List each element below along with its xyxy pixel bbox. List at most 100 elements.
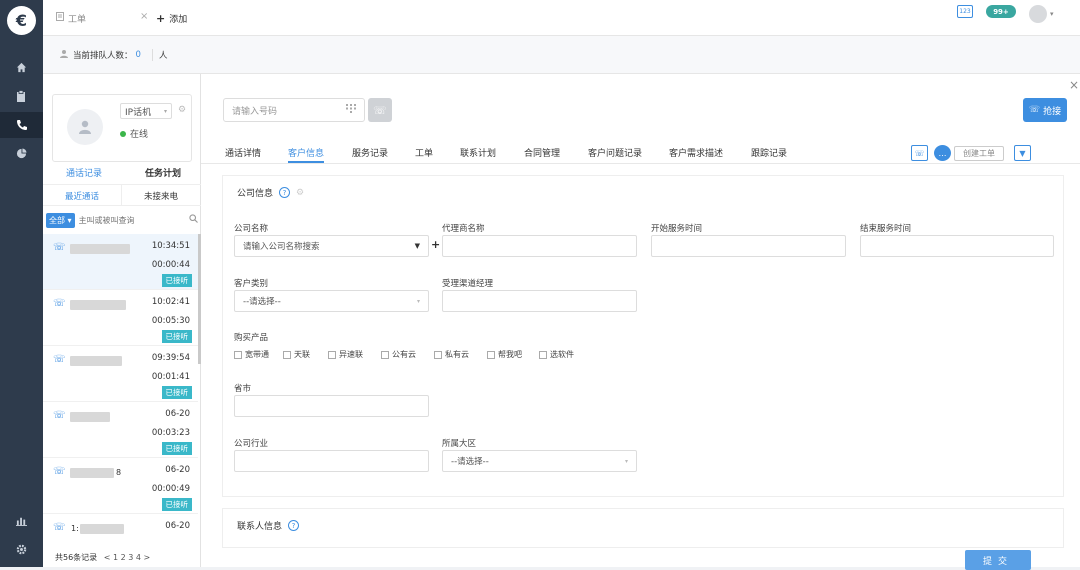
region-select[interactable]: --请选择-- ▾ [442, 450, 637, 472]
call-item[interactable]: ☏ 1: 06-20 [43, 514, 198, 554]
end-service-field[interactable] [860, 235, 1054, 257]
call-item[interactable]: ☏ 10:34:51 00:00:44 已接听 [43, 234, 198, 290]
settings-icon[interactable]: ⚙ [296, 188, 304, 198]
start-service-field[interactable] [651, 235, 846, 257]
channel-manager-label: 受理渠道经理 [442, 279, 494, 289]
tab-customer-info[interactable]: 客户信息 [288, 146, 325, 163]
product-label: 选软件 [550, 350, 574, 359]
dial-button[interactable]: ☏ [368, 98, 392, 122]
tab-call-detail[interactable]: 通话详情 [225, 146, 261, 159]
product-checkbox[interactable]: 公有云 [381, 349, 416, 360]
call-time: 10:34:51 [151, 241, 190, 251]
caller-number-redacted [70, 468, 114, 478]
tab-recent-calls[interactable]: 最近通话 [65, 190, 99, 202]
bar-chart-icon[interactable] [11, 510, 31, 530]
submit-button[interactable]: 提交 [965, 550, 1031, 570]
filter-all-button[interactable]: 全部 ▾ [46, 212, 75, 228]
chat-icon[interactable]: … [934, 145, 951, 161]
home-icon[interactable] [11, 57, 31, 77]
settings-icon[interactable]: ⚙ [178, 105, 186, 115]
tab-ticket[interactable]: 工单 [56, 10, 86, 26]
product-checkbox[interactable]: 异速联 [328, 349, 363, 360]
agent-name-field[interactable] [442, 235, 637, 257]
add-tab-button[interactable]: + 添加 [156, 10, 187, 26]
tab-missed-calls[interactable]: 未接来电 [144, 190, 178, 202]
call-phone-icon: ☏ [53, 298, 66, 309]
queue-strip: 当前排队人数： 0 人 [43, 36, 1080, 74]
chevron-down-icon: ▾ [163, 107, 167, 115]
province-label: 省市 [234, 384, 252, 394]
filter-all-label: 全部 [49, 215, 65, 225]
search-icon[interactable] [189, 214, 198, 226]
phone-type-select[interactable]: IP话机 ▾ [120, 103, 172, 119]
tab-contracts[interactable]: 合同管理 [524, 146, 560, 159]
keypad-icon[interactable]: 123 [957, 5, 973, 18]
close-tab-icon[interactable]: × [140, 11, 148, 22]
call-item[interactable]: ☏ 06-20 00:03:23 已接听 [43, 402, 198, 458]
product-checkbox[interactable]: 帮我吧 [487, 349, 522, 360]
checkbox[interactable] [328, 350, 336, 359]
contact-info-header: 联系人信息 ? [237, 519, 300, 532]
call-item[interactable]: ☏ 8 06-20 00:00:49 已接听 [43, 458, 198, 514]
dropdown-icon[interactable]: ▼ [1014, 145, 1031, 161]
call-phone-icon: ☏ [53, 522, 66, 533]
checkbox[interactable] [487, 350, 495, 359]
document-icon [56, 12, 64, 24]
company-name-search[interactable]: 请输入公司名称搜索 ▼ [234, 235, 429, 257]
user-avatar[interactable] [1029, 5, 1047, 23]
queue-count: 0 [135, 50, 141, 60]
agent-status[interactable]: 在线 [120, 127, 148, 140]
caller-number-redacted [80, 524, 124, 534]
product-checkbox[interactable]: 宽带通 [234, 349, 269, 360]
page-links[interactable]: < 1 2 3 4 > [104, 553, 150, 562]
product-checkbox[interactable]: 私有云 [434, 349, 469, 360]
badge-count: 99+ [993, 7, 1009, 16]
call-icon[interactable]: ☏ [911, 145, 928, 161]
phone-number-input[interactable]: 请输入号码 [223, 98, 365, 122]
checkbox[interactable] [539, 350, 547, 359]
agent-avatar-icon [67, 109, 103, 145]
phone-nav-icon[interactable] [0, 112, 43, 138]
create-ticket-button[interactable]: 创建工单 [954, 146, 1004, 161]
queue-label: 当前排队人数： [73, 51, 133, 61]
chevron-down-icon[interactable]: ▾ [1050, 10, 1054, 18]
add-company-icon[interactable]: + [431, 238, 440, 251]
grab-call-button[interactable]: ☏ 抢接 [1023, 98, 1067, 122]
tab-tracking-records[interactable]: 跟踪记录 [751, 146, 787, 159]
checkbox[interactable] [434, 350, 442, 359]
checkbox[interactable] [381, 350, 389, 359]
call-time: 06-20 [165, 465, 190, 475]
help-icon[interactable]: ? [279, 187, 291, 198]
call-item[interactable]: ☏ 09:39:54 00:01:41 已接听 [43, 346, 198, 402]
pie-chart-icon[interactable] [11, 143, 31, 163]
agent-card: IP话机 ▾ ⚙ 在线 [52, 94, 192, 162]
call-search-input[interactable] [78, 215, 175, 225]
tab-call-records[interactable]: 通话记录 [66, 166, 102, 179]
top-bar: 工单 × + 添加 123 99+ ▾ [43, 0, 1080, 36]
help-icon[interactable]: ? [288, 520, 300, 531]
call-item[interactable]: ☏ 10:02:41 00:05:30 已接听 [43, 290, 198, 346]
product-checkbox[interactable]: 天联 [283, 349, 310, 360]
online-dot-icon [120, 130, 126, 137]
region-label: 所属大区 [442, 439, 477, 449]
tab-service-records[interactable]: 服务记录 [352, 146, 388, 159]
checkbox[interactable] [283, 350, 291, 359]
dialpad-icon[interactable] [346, 104, 356, 116]
notification-badge[interactable]: 99+ [986, 5, 1016, 18]
tab-tickets[interactable]: 工单 [415, 146, 433, 159]
checkbox[interactable] [234, 350, 242, 359]
caller-number-redacted [70, 356, 122, 366]
product-checkbox[interactable]: 选软件 [539, 349, 574, 360]
close-icon[interactable]: × [1069, 78, 1079, 92]
industry-field[interactable] [234, 450, 429, 472]
call-time: 06-20 [165, 521, 190, 531]
clipboard-icon[interactable] [11, 86, 31, 106]
tab-customer-issues[interactable]: 客户问题记录 [588, 146, 642, 159]
channel-manager-field[interactable] [442, 290, 637, 312]
tab-customer-needs[interactable]: 客户需求描述 [669, 146, 723, 159]
tab-task-plan[interactable]: 任务计划 [145, 166, 181, 179]
tab-contact-plan[interactable]: 联系计划 [460, 146, 496, 159]
gear-icon[interactable] [11, 539, 31, 559]
customer-type-select[interactable]: --请选择-- ▾ [234, 290, 429, 312]
province-field[interactable] [234, 395, 429, 417]
